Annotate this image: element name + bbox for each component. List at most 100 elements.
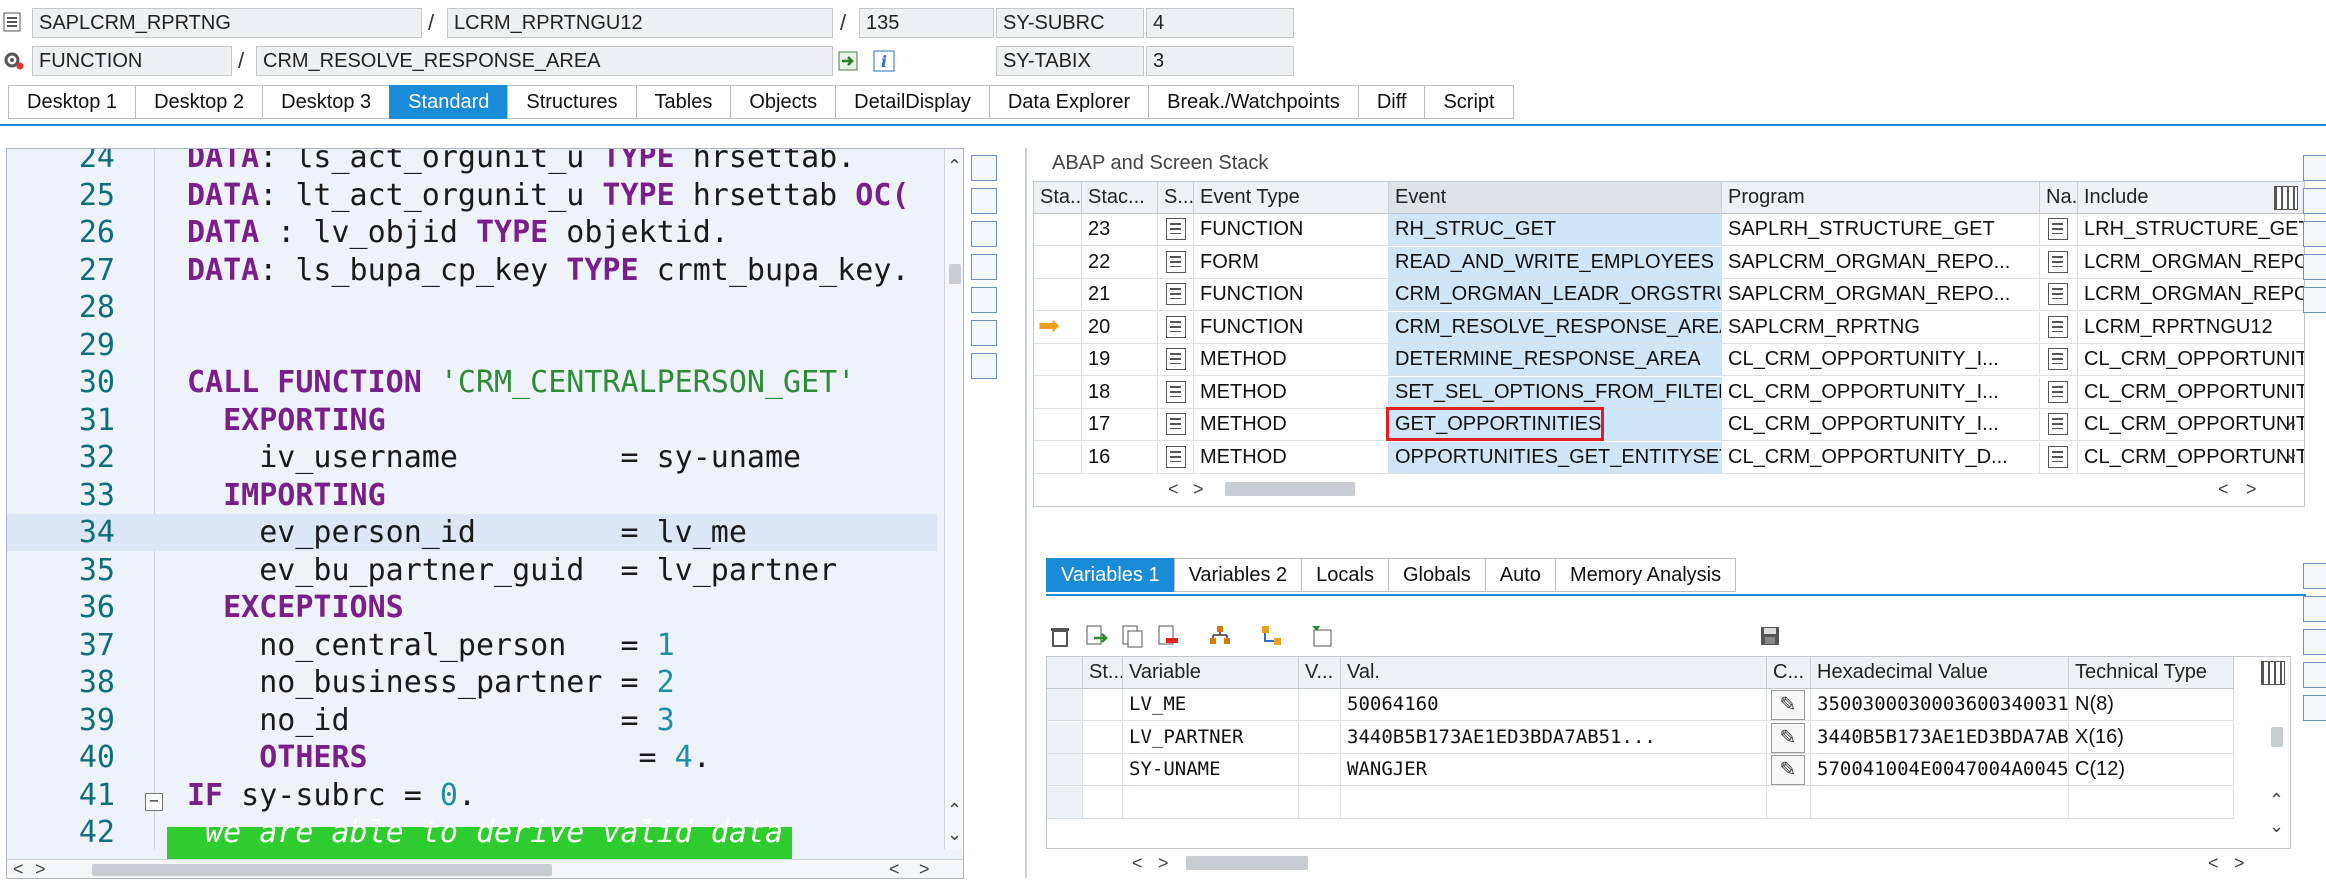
code-line[interactable]: 35 ev_bu_partner_guid = lv_partner xyxy=(7,552,937,589)
variable-cell[interactable] xyxy=(1123,786,1299,819)
variable-row[interactable]: SY-UNAME WANGJER✎570041004E0047004A004500… xyxy=(1047,754,2247,786)
variable-cell[interactable] xyxy=(1341,786,1767,819)
scroll-left-icon[interactable]: < xyxy=(13,860,24,878)
column-header[interactable]: Variable xyxy=(1123,657,1299,689)
scroll-thumb[interactable] xyxy=(1186,856,1308,870)
tab-script[interactable]: Script xyxy=(1424,85,1514,119)
event-type-field[interactable]: FUNCTION xyxy=(32,46,232,76)
navigate-source-icon[interactable] xyxy=(2048,315,2068,338)
source-icon[interactable] xyxy=(1166,315,1186,338)
tab-auto[interactable]: Auto xyxy=(1484,558,1555,592)
column-header[interactable]: St... xyxy=(1083,657,1123,689)
program-field[interactable]: SAPLCRM_RPRTNG xyxy=(32,8,422,38)
variable-row[interactable] xyxy=(1047,786,2247,819)
column-settings-icon[interactable] xyxy=(2274,186,2298,210)
new-window-icon[interactable] xyxy=(971,188,997,214)
source-icon[interactable] xyxy=(1166,283,1186,305)
code-line[interactable]: 25 DATA: lt_act_orgunit_u TYPE hrsettab O… xyxy=(7,177,937,214)
tab-detaildisplay[interactable]: DetailDisplay xyxy=(835,85,989,119)
new-window-icon[interactable] xyxy=(2303,596,2326,622)
tab-structures[interactable]: Structures xyxy=(507,85,636,119)
navigate-source-icon[interactable] xyxy=(2048,413,2068,435)
column-header[interactable]: Event Type xyxy=(1194,182,1389,214)
column-header[interactable] xyxy=(1047,657,1083,689)
sy-tabix-value[interactable]: 3 xyxy=(1146,46,1294,76)
code-line[interactable]: 29 xyxy=(7,327,937,364)
tab-variables-2[interactable]: Variables 2 xyxy=(1173,558,1302,592)
scroll-up-icon[interactable]: ⌃ xyxy=(2284,420,2299,438)
scroll-left-icon[interactable]: < xyxy=(1168,480,1179,498)
stack-row[interactable]: 20 FUNCTION CRM_RESOLVE_RESPONSE_AREA SAPLC… xyxy=(1034,310,2304,344)
stack-row[interactable]: 18 METHOD SET_SEL_OPTIONS_FROM_FILTER... CL… xyxy=(1034,376,2304,409)
scroll-left-icon[interactable]: < xyxy=(2218,480,2229,498)
sy-subrc-value[interactable]: 4 xyxy=(1146,8,1294,38)
scroll-up-icon[interactable]: ⌃ xyxy=(2269,791,2284,809)
column-header[interactable]: Na... xyxy=(2040,182,2078,214)
line-field[interactable]: 135 xyxy=(859,8,994,38)
variable-cell[interactable]: LV_PARTNER xyxy=(1123,721,1299,754)
column-header[interactable]: Include xyxy=(2078,182,2304,214)
stack-row[interactable]: 17 METHOD GET_OPPORTINITIES CL_CRM_OPPORTUN… xyxy=(1034,407,2304,441)
source-icon[interactable] xyxy=(1166,250,1186,273)
source-icon[interactable] xyxy=(1166,445,1186,468)
scroll-left-icon[interactable]: < xyxy=(889,860,900,878)
tools-icon[interactable] xyxy=(971,353,997,379)
source-editor[interactable]: − ⌃ ⌃ ⌄ < > < > 24 DATA: ls_act_orgunit_u… xyxy=(6,148,964,879)
column-header[interactable]: Event xyxy=(1389,182,1722,214)
edit-pencil-icon[interactable]: ✎ xyxy=(1771,722,1805,753)
hierarchy-icon[interactable] xyxy=(1260,624,1284,648)
stack-grid[interactable]: Sta...Stac...S...Event TypeEventProgramN… xyxy=(1033,181,2305,507)
variable-row[interactable]: LV_PARTNER 3440B5B173AE1ED3BDA7AB51... ✎ 34… xyxy=(1047,721,2247,754)
column-header[interactable]: Val. xyxy=(1341,657,1767,689)
code-line[interactable]: 34 ev_person_id = lv_me xyxy=(7,514,937,551)
navigate-source-icon[interactable] xyxy=(2048,218,2068,240)
info-icon[interactable]: i xyxy=(872,49,896,73)
source-icon[interactable] xyxy=(1166,348,1186,370)
tab-locals[interactable]: Locals xyxy=(1301,558,1388,592)
code-line[interactable]: 41 IF sy-subrc = 0. xyxy=(7,777,937,814)
scroll-right-icon[interactable]: > xyxy=(35,860,46,878)
column-header[interactable]: S... xyxy=(1158,182,1194,214)
tab-diff[interactable]: Diff xyxy=(1357,85,1425,119)
scroll-left-icon[interactable]: < xyxy=(1132,854,1143,872)
scroll-right-icon[interactable]: > xyxy=(1193,480,1204,498)
variables-grid[interactable]: St... Variable V... Val. C... Hexadecimal Val… xyxy=(1046,656,2291,849)
variables-hscroll[interactable]: < > < > xyxy=(1046,850,2296,876)
code-line[interactable]: 28 xyxy=(7,289,937,326)
scroll-right-icon[interactable]: > xyxy=(919,860,930,878)
tab-desktop-3[interactable]: Desktop 3 xyxy=(262,85,390,119)
source-icon[interactable] xyxy=(1166,413,1186,435)
scroll-down-icon[interactable]: ⌄ xyxy=(2269,817,2284,835)
resize-icon[interactable] xyxy=(2303,254,2326,280)
tab-objects[interactable]: Objects xyxy=(730,85,836,119)
insert-icon[interactable] xyxy=(1084,624,1108,648)
scroll-thumb[interactable] xyxy=(2271,727,2283,747)
stack-row[interactable]: 16 METHOD OPPORTUNITIES_GET_ENTITYSET CL_CR… xyxy=(1034,441,2304,474)
scroll-down-icon[interactable]: ⌄ xyxy=(2284,444,2299,462)
remove-icon[interactable] xyxy=(1156,624,1180,648)
source-icon[interactable] xyxy=(1166,380,1186,403)
code-line[interactable]: 27 DATA: ls_bupa_cp_key TYPE crmt_bupa_ke… xyxy=(7,252,937,289)
structure-icon[interactable] xyxy=(1208,624,1232,648)
tab-tables[interactable]: Tables xyxy=(635,85,731,119)
stack-row[interactable]: 22 FORM READ_AND_WRITE_EMPLOYEES SAPLCRM_OR… xyxy=(1034,246,2304,279)
scroll-thumb[interactable] xyxy=(1225,482,1355,496)
column-header[interactable]: Hexadecimal Value xyxy=(1811,657,2069,689)
swap-icon[interactable] xyxy=(2303,221,2326,247)
pane-divider[interactable] xyxy=(1025,148,1027,878)
source-icon[interactable] xyxy=(1166,218,1186,240)
navigate-source-icon[interactable] xyxy=(2048,380,2068,403)
column-header[interactable]: C... xyxy=(1767,657,1811,689)
edit-pencil-icon[interactable]: ✎ xyxy=(1771,690,1805,720)
stack-row[interactable]: 19 METHOD DETERMINE_RESPONSE_AREA CL_CRM_OP… xyxy=(1034,344,2304,376)
navigate-source-icon[interactable] xyxy=(2048,348,2068,370)
scroll-thumb[interactable] xyxy=(92,864,552,876)
close-icon[interactable] xyxy=(971,155,997,181)
code-line[interactable]: 32 iv_username = sy-uname xyxy=(7,439,937,476)
scroll-up-icon[interactable]: ⌃ xyxy=(947,157,962,175)
code-line[interactable]: 36 EXCEPTIONS xyxy=(7,589,937,626)
variable-cell[interactable]: WANGJER xyxy=(1341,754,1767,786)
navigate-source-icon[interactable] xyxy=(2048,283,2068,305)
editor-vertical-scrollbar[interactable]: ⌃ ⌃ ⌄ xyxy=(944,149,963,849)
column-header[interactable]: Stac... xyxy=(1082,182,1158,214)
